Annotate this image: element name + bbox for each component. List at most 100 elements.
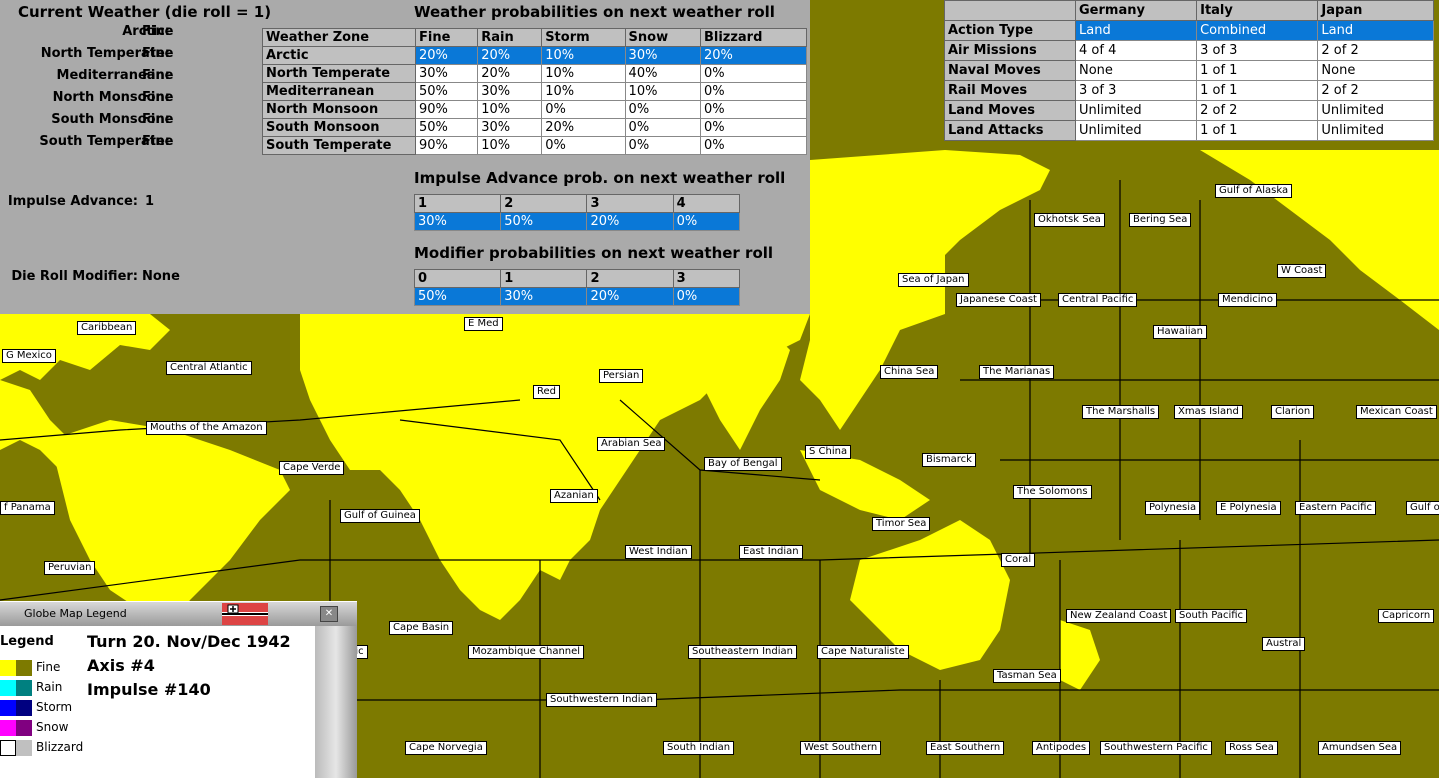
table-row[interactable]: Arctic 20% 20% 10% 30% 20% — [262, 46, 808, 65]
sea-area-label[interactable]: Cape Norvegia — [405, 741, 487, 755]
weather-probability-table: Weather Zone Fine Rain Storm Snow Blizza… — [262, 28, 808, 155]
sea-area-label[interactable]: Red — [533, 385, 560, 399]
table-cell: 50% — [414, 118, 479, 137]
sea-area-label[interactable]: Okhotsk Sea — [1034, 213, 1105, 227]
sea-area-label[interactable]: Arabian Sea — [597, 437, 666, 451]
table-header-row: 1 2 3 4 — [413, 194, 741, 213]
table-row[interactable]: 50% 30% 20% 0% — [413, 287, 741, 306]
sea-area-label[interactable]: Mendicino — [1218, 293, 1277, 307]
close-icon[interactable]: ✕ — [320, 606, 338, 622]
sea-area-label[interactable]: Timor Sea — [872, 517, 931, 531]
sea-area-label[interactable]: Austral — [1262, 637, 1306, 651]
sea-area-label[interactable]: The Solomons — [1013, 485, 1092, 499]
sea-area-label[interactable]: Southeastern Indian — [688, 645, 797, 659]
sea-area-label[interactable]: Cape Verde — [279, 461, 345, 475]
sea-area-label[interactable]: Mexican Coast — [1356, 405, 1437, 419]
table-cell: 3 of 3 — [1074, 80, 1198, 101]
sea-area-label[interactable]: The Marshalls — [1082, 405, 1160, 419]
sea-area-label[interactable]: Peruvian — [44, 561, 96, 575]
sea-area-label[interactable]: Gulf o — [1406, 501, 1439, 515]
sea-area-label[interactable]: Caribbean — [77, 321, 137, 335]
table-cell: 1 of 1 — [1196, 60, 1319, 81]
row-header: North Temperate — [262, 64, 416, 83]
table-cell: 50% — [500, 212, 588, 231]
sea-area-label[interactable]: Sea of Japan — [898, 273, 969, 287]
table-row[interactable]: Naval Moves None 1 of 1 None — [944, 60, 1434, 81]
sea-area-label[interactable]: Antipodes — [1032, 741, 1091, 755]
sea-area-label[interactable]: Southwestern Indian — [546, 693, 658, 707]
table-row[interactable]: Land Attacks Unlimited 1 of 1 Unlimited — [944, 120, 1434, 141]
sea-area-label[interactable]: Japanese Coast — [956, 293, 1041, 307]
sea-area-label[interactable]: Capricorn — [1378, 609, 1435, 623]
table-row[interactable]: Air Missions 4 of 4 3 of 3 2 of 2 — [944, 40, 1434, 61]
sea-area-label[interactable]: Hawaiian — [1153, 325, 1207, 339]
flag-icon — [222, 603, 268, 625]
sea-area-label[interactable]: Central Atlantic — [166, 361, 252, 375]
table-row[interactable]: 30% 50% 20% 0% — [413, 212, 741, 231]
sea-area-label[interactable]: Polynesia — [1145, 501, 1201, 515]
sea-area-label[interactable]: China Sea — [880, 365, 939, 379]
table-row[interactable]: South Temperate 90% 10% 0% 0% 0% — [262, 136, 808, 155]
sea-area-label[interactable]: Mouths of the Amazon — [146, 421, 267, 435]
sea-area-label[interactable]: South Indian — [663, 741, 735, 755]
sea-area-label[interactable]: f Panama — [0, 501, 55, 515]
sea-area-label[interactable]: East Southern — [926, 741, 1005, 755]
sea-area-label[interactable]: Cape Naturaliste — [817, 645, 909, 659]
sea-area-label[interactable]: E Polynesia — [1216, 501, 1281, 515]
sea-area-label[interactable]: W Coast — [1277, 264, 1327, 278]
sea-area-label[interactable]: The Marianas — [979, 365, 1055, 379]
legend-titlebar[interactable]: Globe Map Legend ✕ — [0, 601, 357, 627]
column-header: Fine — [414, 28, 479, 47]
sea-area-label[interactable]: Xmas Island — [1174, 405, 1243, 419]
table-row[interactable]: Land Moves Unlimited 2 of 2 Unlimited — [944, 100, 1434, 121]
sea-area-label[interactable]: Clarion — [1271, 405, 1315, 419]
sea-area-label[interactable]: East Indian — [739, 545, 803, 559]
table-row[interactable]: North Monsoon 90% 10% 0% 0% 0% — [262, 100, 808, 119]
sea-area-label[interactable]: G Mexico — [2, 349, 56, 363]
sea-area-label[interactable]: Gulf of Alaska — [1215, 184, 1293, 198]
legend-scrollbar[interactable] — [315, 626, 357, 778]
table-cell: Unlimited — [1317, 120, 1434, 141]
sea-area-label[interactable]: Bering Sea — [1129, 213, 1192, 227]
table-row[interactable]: Action Type Land Combined Land — [944, 20, 1434, 41]
legend-item-label: Storm — [36, 700, 73, 714]
sea-area-label[interactable]: Azanian — [550, 489, 598, 503]
sea-area-label[interactable]: New Zealand Coast — [1066, 609, 1172, 623]
table-row[interactable]: North Temperate 30% 20% 10% 40% 0% — [262, 64, 808, 83]
sea-area-label[interactable]: Mozambique Channel — [468, 645, 585, 659]
sea-area-label[interactable]: Coral — [1001, 553, 1036, 567]
column-header: 4 — [672, 194, 741, 213]
row-header: Action Type — [944, 20, 1076, 41]
sea-area-label[interactable]: Amundsen Sea — [1318, 741, 1402, 755]
row-header: Land Moves — [944, 100, 1076, 121]
sea-area-label[interactable]: Central Pacific — [1058, 293, 1138, 307]
row-header: Mediterranean — [262, 82, 416, 101]
sea-area-label[interactable]: Gulf of Guinea — [340, 509, 420, 523]
table-cell: Unlimited — [1074, 120, 1198, 141]
sea-area-label[interactable]: E Med — [464, 317, 503, 331]
sea-area-label[interactable]: Bismarck — [922, 453, 976, 467]
sea-area-label[interactable]: S China — [805, 445, 852, 459]
sea-area-label[interactable]: Persian — [599, 369, 644, 383]
sea-area-label[interactable]: South Pacific — [1175, 609, 1248, 623]
table-cell: 90% — [414, 136, 479, 155]
table-cell: 3 of 3 — [1196, 40, 1319, 61]
sea-area-label[interactable]: Bay of Bengal — [704, 457, 782, 471]
sea-area-label[interactable]: Southwestern Pacific — [1100, 741, 1212, 755]
sea-area-label[interactable]: West Indian — [625, 545, 692, 559]
table-row[interactable]: Mediterranean 50% 30% 10% 10% 0% — [262, 82, 808, 101]
zone-value: Fine — [142, 68, 174, 83]
table-row[interactable]: Rail Moves 3 of 3 1 of 1 2 of 2 — [944, 80, 1434, 101]
legend-window-title: Globe Map Legend — [24, 607, 127, 620]
table-row[interactable]: South Monsoon 50% 30% 20% 0% 0% — [262, 118, 808, 137]
sea-area-label[interactable]: Eastern Pacific — [1295, 501, 1376, 515]
table-cell: 30% — [477, 118, 543, 137]
globe-map-legend-window[interactable]: Globe Map Legend ✕ Legend Fine Rain Stor… — [0, 601, 357, 778]
legend-body: Legend Fine Rain Storm Snow Blizzard Tur… — [0, 626, 315, 778]
sea-area-label[interactable]: West Southern — [800, 741, 882, 755]
table-cell: 0% — [699, 82, 808, 101]
sea-area-label[interactable]: Tasman Sea — [993, 669, 1061, 683]
sea-area-label[interactable]: Cape Basin — [389, 621, 454, 635]
sea-area-label[interactable]: Ross Sea — [1225, 741, 1278, 755]
row-header: North Monsoon — [262, 100, 416, 119]
